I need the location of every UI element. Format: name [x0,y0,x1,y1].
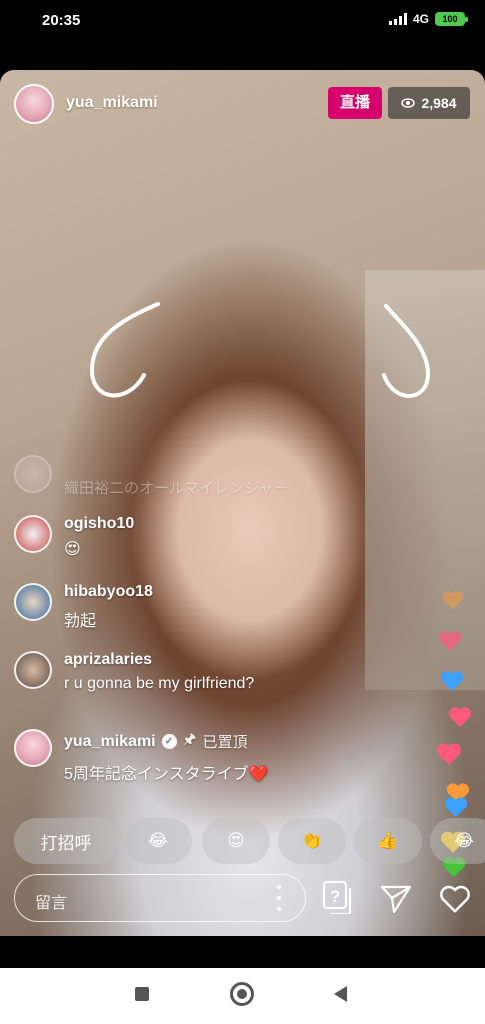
comment-bar: 留言 ? [0,874,485,926]
heart-icon [436,743,462,765]
back-button[interactable] [334,986,347,1002]
host-username[interactable]: yua_mikami [66,94,158,112]
thumbs-up-reaction-chip[interactable]: 👍 [354,818,422,864]
commenter-avatar[interactable] [14,515,52,553]
commenter-avatar[interactable] [14,583,52,621]
pinned-label: 已置頂 [202,734,248,751]
status-time: 20:35 [42,12,81,29]
pin-icon: 🖈 [182,731,197,748]
comment-text: 勃起 [64,613,97,630]
comment-username[interactable]: aprizalaries [64,651,254,669]
heart-icon [440,671,464,691]
status-indicators: 4G 100 [388,12,468,26]
live-header: yua_mikami 直播 2,984 [0,84,485,124]
send-icon[interactable] [380,884,412,914]
quick-reactions: 打招呼 😂 😍 👏 👍 😂 [14,818,485,864]
comment-item: ogisho10 😍 [14,515,134,559]
comment-item: hibabyoo18 勃起 [14,583,153,631]
network-type: 4G [412,12,429,26]
comment-item: aprizalaries r u gonna be my girlfriend? [14,651,254,693]
heart-icon [448,707,472,727]
system-nav-bar [0,968,485,1024]
commenter-avatar [14,455,52,493]
commenter-avatar[interactable] [14,651,52,689]
heart-icon [438,631,462,651]
svg-text:?: ? [330,887,340,906]
verified-check-icon: ✓ [161,734,177,749]
laugh-reaction-chip[interactable]: 😂 [124,818,192,864]
viewer-count-badge[interactable]: 2,984 [388,87,470,119]
viewer-count: 2,984 [421,95,457,111]
comment-item-pinned: yua_mikami ✓ 🖈 已置頂 5周年記念インスタライブ❤️ [14,729,269,784]
comment-text: r u gonna be my girlfriend? [64,675,255,692]
comment-text: 5周年記念インスタライブ❤️ [64,766,269,783]
heart-eyes-reaction-chip[interactable]: 😍 [202,818,270,864]
clap-reaction-chip[interactable]: 👏 [278,818,346,864]
eye-icon [401,98,416,108]
comment-username[interactable]: ogisho10 [64,515,134,533]
heart-icon [442,591,464,610]
commenter-avatar[interactable] [14,729,52,767]
heart-outline-icon[interactable] [438,884,472,914]
say-hi-chip[interactable]: 打招呼 [14,818,118,864]
doodle-drawing [89,302,431,398]
battery-icon: 100 [435,12,468,26]
live-video[interactable] [0,70,485,936]
live-badge: 直播 [328,87,382,119]
comment-overlay-text: 織田裕二のオールマイレンジャー [64,480,289,497]
comment-input[interactable]: 留言 [14,874,306,922]
status-bar: 20:35 4G 100 [0,0,485,44]
heart-icon [444,797,468,817]
home-button[interactable] [230,982,254,1006]
host-avatar[interactable] [14,84,54,124]
signal-icon [388,13,407,25]
comment-placeholder: 留言 [35,895,68,912]
comment-username[interactable]: hibabyoo18 [64,583,153,601]
more-options-icon[interactable] [275,885,283,911]
comment-username[interactable]: yua_mikami [64,733,156,751]
comment-text: 😍 [64,541,81,558]
comment-item: 織田裕二のオールマイレンジャー [14,455,288,498]
laugh-reaction-chip[interactable]: 😂 [430,818,485,864]
question-box-icon[interactable]: ? [322,880,352,914]
comment-username-row: yua_mikami ✓ 🖈 已置頂 [64,729,269,754]
recent-apps-button[interactable] [135,987,149,1001]
